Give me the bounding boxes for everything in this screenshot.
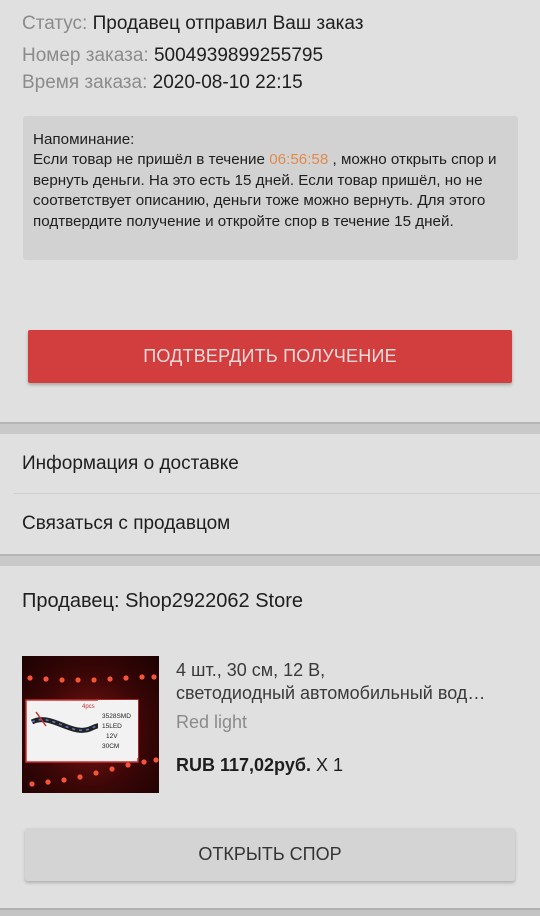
order-status-section: Статус: Продавец отправил Ваш заказ Номе… [0,0,540,422]
seller-name[interactable]: Продавец: Shop2922062 Store [22,589,303,613]
order-time-line: Время заказа: 2020-08-10 22:15 [22,72,303,94]
order-number-value: 5004939899255795 [153,45,324,66]
status-line: Статус: Продавец отправил Ваш заказ [22,13,363,35]
product-quantity: X 1 [315,755,343,775]
reminder-heading: Напоминание: [33,131,135,148]
reminder-text-before: Если товар не пришёл в течение [33,151,270,169]
countdown-timer: 06:56:58 [269,151,329,169]
delivery-info-label: Информация о доставке [22,453,239,474]
order-number-line: Номер заказа: 5004939899255795 [22,45,323,67]
order-number-label: Номер заказа: [22,45,149,66]
status-value: Продавец отправил Ваш заказ [92,13,364,34]
delivery-info-row[interactable]: Информация о доставке [0,434,540,494]
product-image[interactable]: 4pcs 3528SMD 15LED 12V 30CM [22,656,159,793]
section-divider [0,554,540,566]
confirm-receipt-button[interactable]: ПОДТВЕРДИТЬ ПОЛУЧЕНИЕ [28,330,512,383]
product-price: RUB 117,02руб. [176,755,311,775]
led-strip-illustration: 4pcs 3528SMD 15LED 12V 30CM [25,674,159,787]
order-time-value: 2020-08-10 22:15 [152,72,303,93]
image-volt-label: 12V [106,733,118,740]
bottom-divider [0,908,540,916]
order-time-label: Время заказа: [22,72,148,93]
contact-seller-row[interactable]: Связаться с продавцом [0,494,540,554]
image-chip-label: 3528SMD [102,713,131,720]
section-divider [0,422,540,434]
reminder-box: Напоминание: Если товар не пришёл в тече… [23,116,518,260]
price-line: RUB 117,02руб. X 1 [176,754,343,776]
product-title-line1: 4 шт., 30 см, 12 В, [176,660,326,680]
contact-seller-label: Связаться с продавцом [22,513,231,534]
status-label: Статус: [22,13,88,34]
product-title-line2: светодиодный автомобильный вод… [176,683,486,703]
product-variant: Red light [176,712,248,732]
image-leds-label: 15LED [102,723,122,730]
reminder-text: Если товар не пришёл в течение 06:56:58 … [33,150,508,232]
open-dispute-button[interactable]: ОТКРЫТЬ СПОР [25,828,515,881]
image-length-label: 30CM [102,743,119,750]
product-title[interactable]: 4 шт., 30 см, 12 В, светодиодный автомоб… [176,659,521,705]
image-pack-label: 4pcs [82,704,95,710]
